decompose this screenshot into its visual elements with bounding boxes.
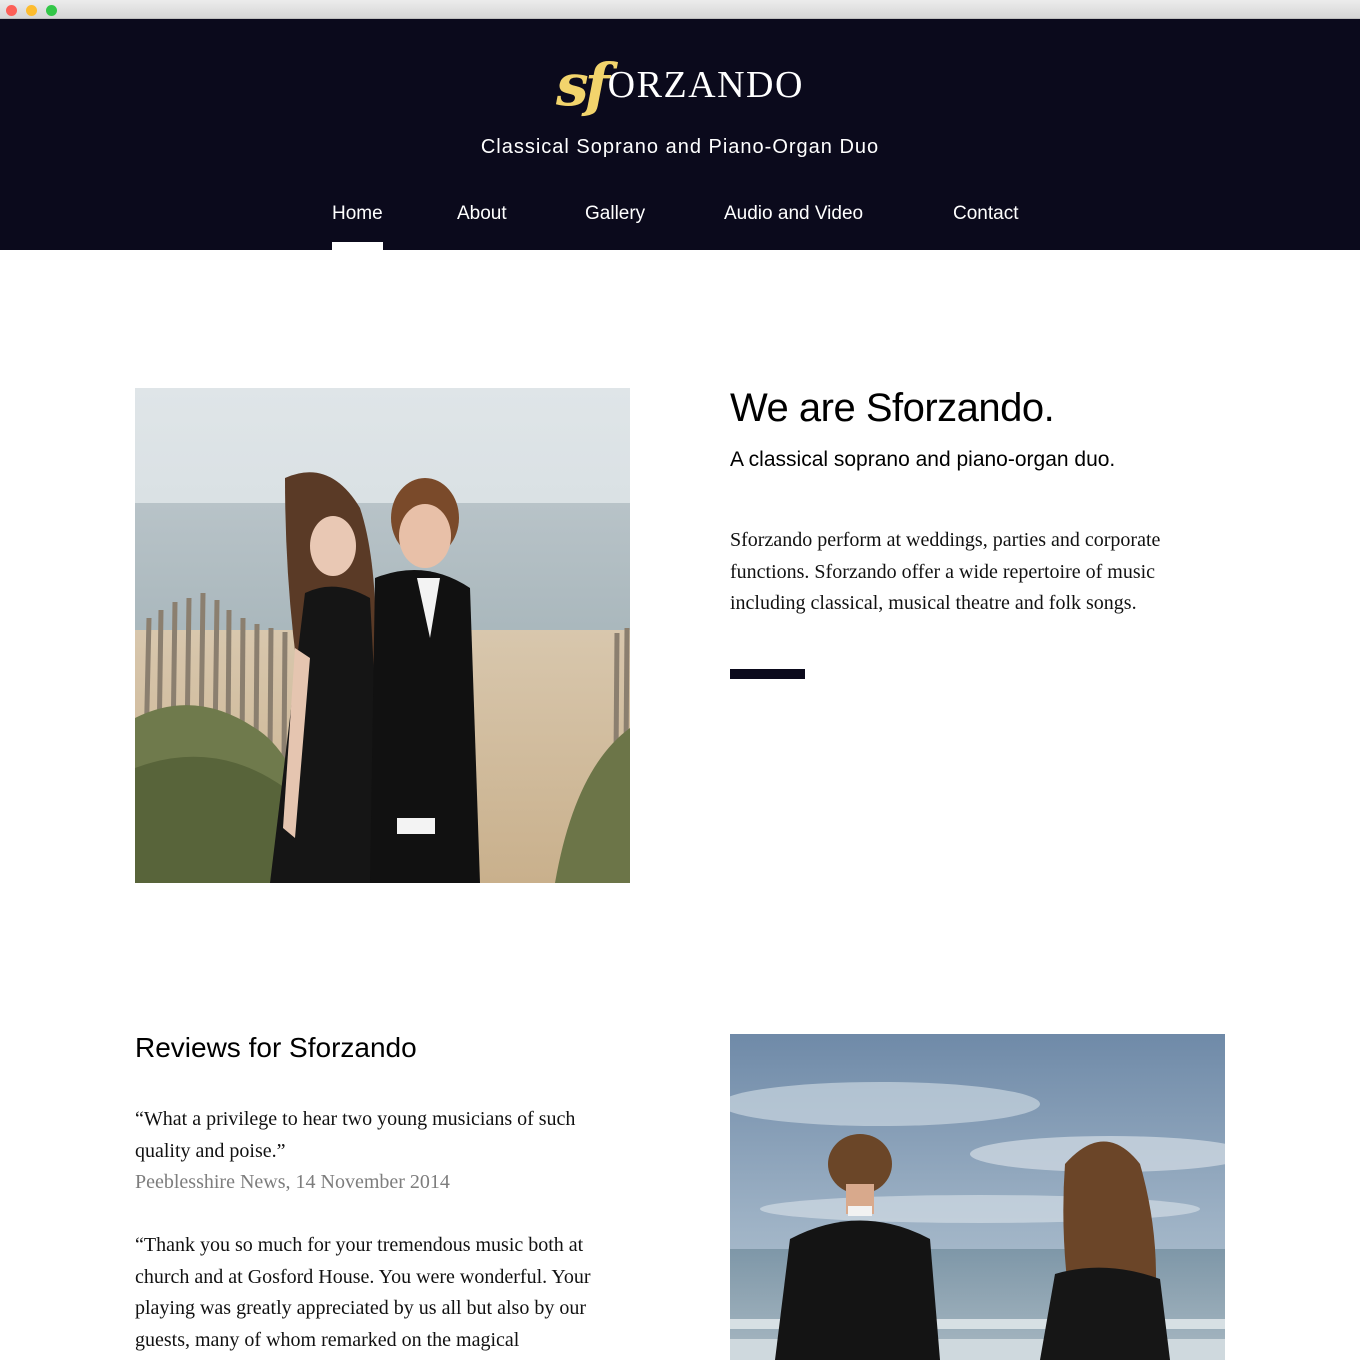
hero-title: We are Sforzando. [730, 386, 1055, 430]
hero-subtitle: A classical soprano and piano-organ duo. [730, 448, 1116, 471]
hero-description: Sforzando perform at weddings, parties a… [730, 529, 1161, 614]
logo-monogram: sf [556, 51, 610, 119]
close-window-button[interactable] [6, 5, 17, 16]
nav-contact[interactable]: Contact [953, 202, 1018, 250]
main-nav: Home About Gallery Audio and Video Conta… [0, 202, 1360, 250]
site-header: sfORZANDO Classical Soprano and Piano-Or… [0, 19, 1360, 250]
zoom-window-button[interactable] [46, 5, 57, 16]
duo-beach-photo [135, 388, 630, 883]
reviews-heading: Reviews for Sforzando [135, 1032, 417, 1063]
nav-audio-video[interactable]: Audio and Video [724, 202, 863, 250]
nav-gallery[interactable]: Gallery [585, 202, 645, 250]
site-logo[interactable]: sfORZANDO [0, 51, 1360, 119]
nav-about[interactable]: About [457, 202, 507, 250]
browser-titlebar [0, 0, 1360, 19]
minimize-window-button[interactable] [26, 5, 37, 16]
review-quote-1: “What a privilege to hear two young musi… [135, 1108, 576, 1162]
site-tagline: Classical Soprano and Piano-Organ Duo [480, 136, 880, 158]
review-source-1: Peeblesshire News, 14 November 2014 [135, 1171, 450, 1193]
duo-seaside-photo [730, 1034, 1225, 1360]
accent-divider [730, 669, 805, 679]
nav-home[interactable]: Home [332, 202, 383, 250]
review-quote-2: “Thank you so much for your tremendous m… [135, 1234, 591, 1351]
logo-wordmark: ORZANDO [607, 64, 804, 106]
